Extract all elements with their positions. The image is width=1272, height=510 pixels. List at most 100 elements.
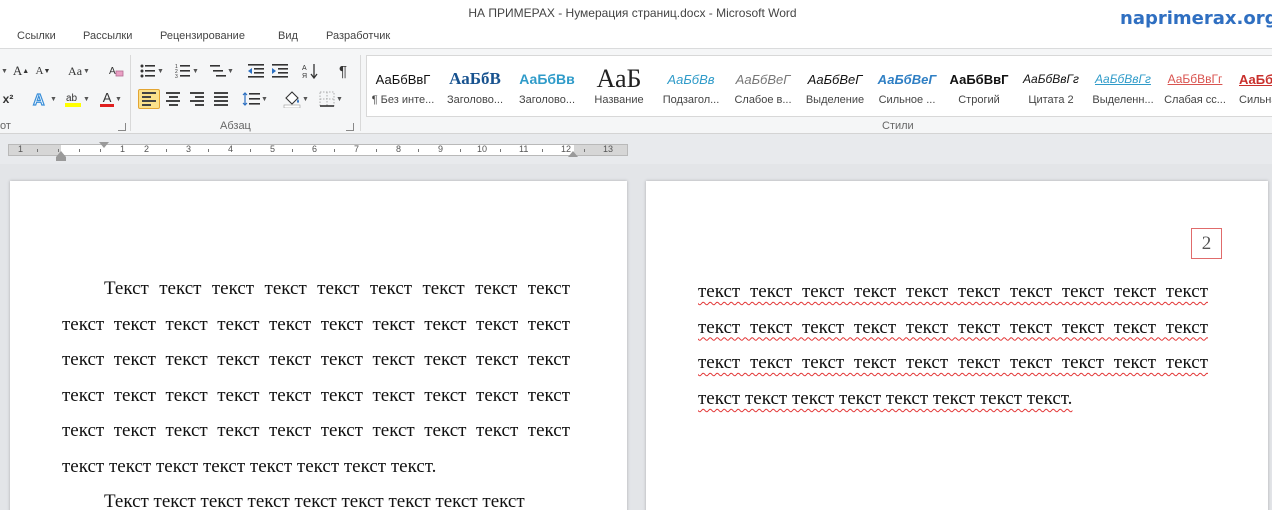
change-case-button[interactable]: Aa ▼	[64, 61, 94, 81]
font-color-button[interactable]: A ▼	[96, 89, 126, 109]
decrease-indent-button[interactable]	[246, 61, 266, 81]
bullets-button[interactable]: ▼	[138, 61, 166, 81]
svg-text:Я: Я	[302, 73, 307, 79]
tab-view[interactable]: Вид	[278, 30, 298, 42]
tab-references[interactable]: Ссылки	[17, 30, 56, 42]
style-intense-quote[interactable]: АаБбВвГг Выделенн...	[1087, 56, 1159, 116]
style-title[interactable]: АаБ Название	[583, 56, 655, 116]
change-case-icon: Aa	[68, 63, 83, 78]
line-spacing-button[interactable]: ▼	[240, 89, 270, 109]
group-separator	[130, 55, 131, 131]
ruler-number: 7	[354, 144, 360, 154]
style-name: Цитата 2	[1028, 94, 1074, 106]
style-intense-emphasis[interactable]: АаБбВеГ Сильное ...	[871, 56, 943, 116]
style-emphasis[interactable]: АаБбВеГ Выделение	[799, 56, 871, 116]
text-effects-button[interactable]: A ▼	[30, 89, 58, 109]
style-subtle-emphasis[interactable]: АаБбВеГ Слабое в...	[727, 56, 799, 116]
style-no-spacing[interactable]: АаБбВвГ ¶ Без инте...	[367, 56, 439, 116]
ruler-number: 1	[120, 144, 126, 154]
borders-button[interactable]: ▼	[316, 89, 346, 109]
style-heading-2[interactable]: АаБбВв Заголово...	[511, 56, 583, 116]
style-heading-1[interactable]: АаБбВ Заголово...	[439, 56, 511, 116]
font-size-dropdown-arrow[interactable]: ▼	[0, 61, 8, 81]
svg-text:3: 3	[175, 74, 178, 78]
styles-group-label: Стили	[882, 120, 914, 132]
paragraph-dialog-launcher[interactable]	[346, 123, 354, 131]
ribbon: ▼ A ▲ A ▼ Aa ▼ A x² A ▼ ab ▼ A ▼ от ▼ 1 2 3 ▼ ▼ А…	[0, 48, 1272, 134]
shading-button[interactable]: ▼	[282, 89, 310, 109]
ruler-area: 1 1 2 3 4 5 6 7 8 9 10 11 12 13	[0, 134, 1272, 164]
ruler-tick	[460, 149, 461, 152]
style-sample: АаБбВеГ	[735, 71, 791, 87]
ruler-number: 13	[603, 144, 614, 154]
ruler-tick	[100, 149, 101, 152]
clear-formatting-button[interactable]: A	[106, 61, 126, 81]
font-dialog-launcher[interactable]	[118, 123, 126, 131]
right-indent-marker[interactable]	[568, 151, 578, 157]
paragraph[interactable]: текст текст текст текст текст текст текс…	[698, 274, 1208, 416]
ruler-tick	[542, 149, 543, 152]
ruler-tick	[418, 149, 419, 152]
page-1[interactable]: Текст текст текст текст текст текст текс…	[10, 181, 627, 510]
align-left-button[interactable]	[138, 89, 160, 109]
first-line-indent-marker[interactable]	[99, 142, 109, 148]
style-name: Строгий	[958, 94, 1000, 106]
page-2[interactable]: 2 текст текст текст текст текст текст те…	[646, 181, 1268, 510]
justify-icon	[214, 92, 228, 106]
style-name: Название	[594, 94, 644, 106]
style-sample: АаБбВеГ	[807, 71, 863, 87]
paint-bucket-icon	[283, 91, 301, 108]
numbered-list-icon: 123	[175, 64, 191, 78]
style-intense-reference[interactable]: АаБб Сильна	[1231, 56, 1272, 116]
paragraph[interactable]: Текст текст текст текст текст текст текс…	[62, 271, 570, 485]
sort-button[interactable]: АЯ	[300, 61, 320, 81]
style-sample: АаБбВ	[449, 69, 501, 88]
paragraph[interactable]: Текст текст текст текст текст текст текс…	[62, 484, 570, 510]
left-indent-marker[interactable]	[56, 157, 66, 161]
numbering-button[interactable]: 1 2 3 ▼	[172, 61, 202, 81]
superscript-button[interactable]: x²	[0, 89, 16, 109]
style-name: Выделение	[805, 94, 865, 106]
show-formatting-button[interactable]: ¶	[334, 61, 352, 81]
pilcrow-icon: ¶	[338, 62, 348, 80]
style-sample: АаБ	[596, 64, 642, 93]
shrink-font-button[interactable]: A ▼	[34, 61, 52, 81]
style-name: Заголово...	[446, 94, 504, 106]
window-title: НА ПРИМЕРАХ - Нумерация страниц.docx - M…	[468, 6, 797, 20]
svg-text:A: A	[33, 92, 45, 108]
tab-developer[interactable]: Разработчик	[326, 30, 390, 42]
align-center-button[interactable]	[162, 89, 184, 109]
text-effects-icon: A	[32, 91, 45, 108]
style-sample: АаБбВвГг	[1023, 72, 1079, 86]
grow-font-icon: A	[12, 63, 23, 78]
grow-font-button[interactable]: A ▲	[12, 61, 30, 81]
line-spacing-icon	[242, 92, 261, 106]
page-number-field[interactable]: 2	[1191, 228, 1222, 259]
tab-review[interactable]: Рецензирование	[160, 30, 245, 42]
style-subtitle[interactable]: АаБбВв Подзагол...	[655, 56, 727, 116]
style-name: Слабое в...	[734, 94, 792, 106]
align-right-button[interactable]	[186, 89, 208, 109]
style-quote-2[interactable]: АаБбВвГг Цитата 2	[1015, 56, 1087, 116]
increase-indent-button[interactable]	[270, 61, 290, 81]
align-center-icon	[166, 92, 180, 106]
sort-icon: АЯ	[302, 64, 318, 79]
document-workspace: Текст текст текст текст текст текст текс…	[0, 164, 1272, 510]
ruler-tick	[79, 149, 80, 152]
svg-text:ab: ab	[66, 93, 78, 104]
style-sample: АаБбВв	[667, 71, 715, 87]
shrink-font-icon: A	[35, 65, 44, 77]
highlight-button[interactable]: ab ▼	[62, 89, 92, 109]
style-subtle-reference[interactable]: АаБбВвГг Слабая сс...	[1159, 56, 1231, 116]
ribbon-tabs: Ссылки Рассылки Рецензирование Вид Разра…	[0, 28, 1272, 48]
group-separator	[360, 55, 361, 131]
style-name: Подзагол...	[662, 94, 720, 106]
multilevel-list-button[interactable]: ▼	[207, 61, 237, 81]
ruler-tick	[584, 149, 585, 152]
justify-button[interactable]	[210, 89, 232, 109]
ruler-margin-left	[9, 145, 61, 155]
style-name: Сильна	[1239, 94, 1272, 106]
ruler-number: 3	[186, 144, 192, 154]
style-strong[interactable]: АаБбВвГ Строгий	[943, 56, 1015, 116]
tab-mailings[interactable]: Рассылки	[83, 30, 132, 42]
